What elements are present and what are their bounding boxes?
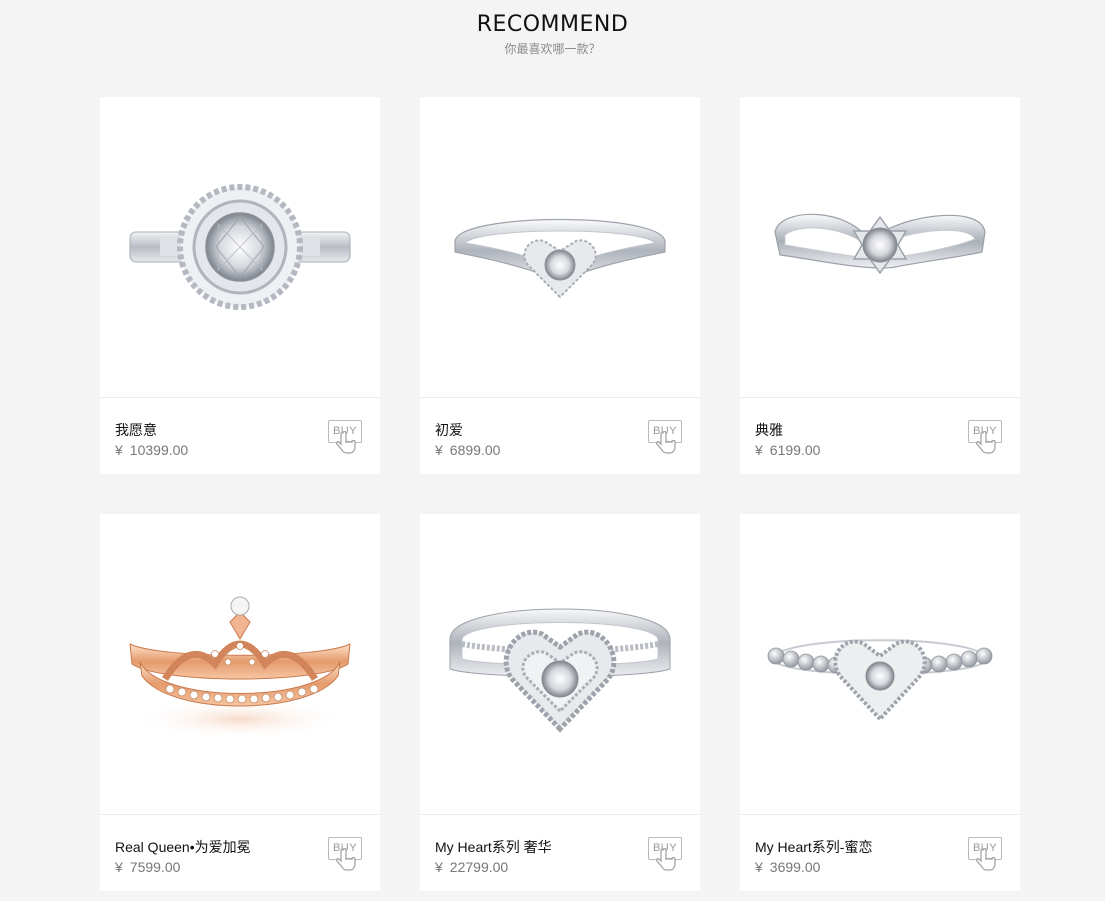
buy-button[interactable]: BUY: [968, 837, 1004, 871]
price-value: 7599.00: [129, 859, 181, 875]
hand-pointer-icon: [975, 848, 996, 871]
section-subtitle: 你最喜欢哪一款？: [504, 42, 601, 56]
product-price: ¥22799.00: [435, 859, 508, 875]
currency-symbol: ¥: [435, 442, 443, 458]
hand-pointer-icon: [655, 848, 676, 871]
buy-button[interactable]: BUY: [328, 837, 364, 871]
product-price: ¥6199.00: [755, 442, 820, 458]
currency-symbol: ¥: [435, 859, 443, 875]
product-name[interactable]: 初爱: [435, 420, 463, 440]
product-info: 典雅 ¥6199.00 BUY: [740, 398, 1020, 474]
product-image[interactable]: [100, 514, 380, 815]
product-info: 初爱 ¥6899.00 BUY: [420, 398, 700, 474]
currency-symbol: ¥: [115, 859, 123, 875]
product-info: My Heart系列-蜜恋 ¥3699.00 BUY: [740, 815, 1020, 891]
product-card[interactable]: My Heart系列-蜜恋 ¥3699.00 BUY: [740, 514, 1020, 891]
product-image[interactable]: [740, 97, 1020, 398]
section-title: RECOMMEND: [476, 12, 629, 37]
product-image[interactable]: [100, 97, 380, 398]
buy-button[interactable]: BUY: [328, 420, 364, 454]
product-name[interactable]: 典雅: [755, 420, 783, 440]
product-card[interactable]: 初爱 ¥6899.00 BUY: [420, 97, 700, 474]
currency-symbol: ¥: [755, 859, 763, 875]
price-value: 6899.00: [449, 442, 501, 458]
price-value: 22799.00: [449, 859, 509, 875]
product-image[interactable]: [420, 514, 700, 815]
currency-symbol: ¥: [115, 442, 123, 458]
hand-pointer-icon: [335, 431, 356, 454]
product-name[interactable]: 我愿意: [115, 420, 157, 440]
product-price: ¥3699.00: [755, 859, 820, 875]
product-card[interactable]: 典雅 ¥6199.00 BUY: [740, 97, 1020, 474]
product-image[interactable]: [420, 97, 700, 398]
buy-button[interactable]: BUY: [968, 420, 1004, 454]
product-name[interactable]: My Heart系列 奢华: [435, 837, 552, 857]
price-value: 6199.00: [769, 442, 821, 458]
currency-symbol: ¥: [755, 442, 763, 458]
hand-pointer-icon: [335, 848, 356, 871]
product-price: ¥10399.00: [115, 442, 188, 458]
product-image[interactable]: [740, 514, 1020, 815]
section-heading: RECOMMEND 你最喜欢哪一款？: [0, 12, 1105, 57]
product-info: My Heart系列 奢华 ¥22799.00 BUY: [420, 815, 700, 891]
buy-button[interactable]: BUY: [648, 837, 684, 871]
product-info: Real Queen•为爱加冕 ¥7599.00 BUY: [100, 815, 380, 891]
price-value: 10399.00: [129, 442, 189, 458]
buy-button[interactable]: BUY: [648, 420, 684, 454]
product-card[interactable]: Real Queen•为爱加冕 ¥7599.00 BUY: [100, 514, 380, 891]
hand-pointer-icon: [975, 431, 996, 454]
product-name[interactable]: My Heart系列-蜜恋: [755, 837, 872, 857]
product-price: ¥7599.00: [115, 859, 180, 875]
product-price: ¥6899.00: [435, 442, 500, 458]
product-card[interactable]: 我愿意 ¥10399.00 BUY: [100, 97, 380, 474]
hand-pointer-icon: [655, 431, 676, 454]
product-card[interactable]: My Heart系列 奢华 ¥22799.00 BUY: [420, 514, 700, 891]
product-name[interactable]: Real Queen•为爱加冕: [115, 837, 251, 857]
product-info: 我愿意 ¥10399.00 BUY: [100, 398, 380, 474]
price-value: 3699.00: [769, 859, 821, 875]
